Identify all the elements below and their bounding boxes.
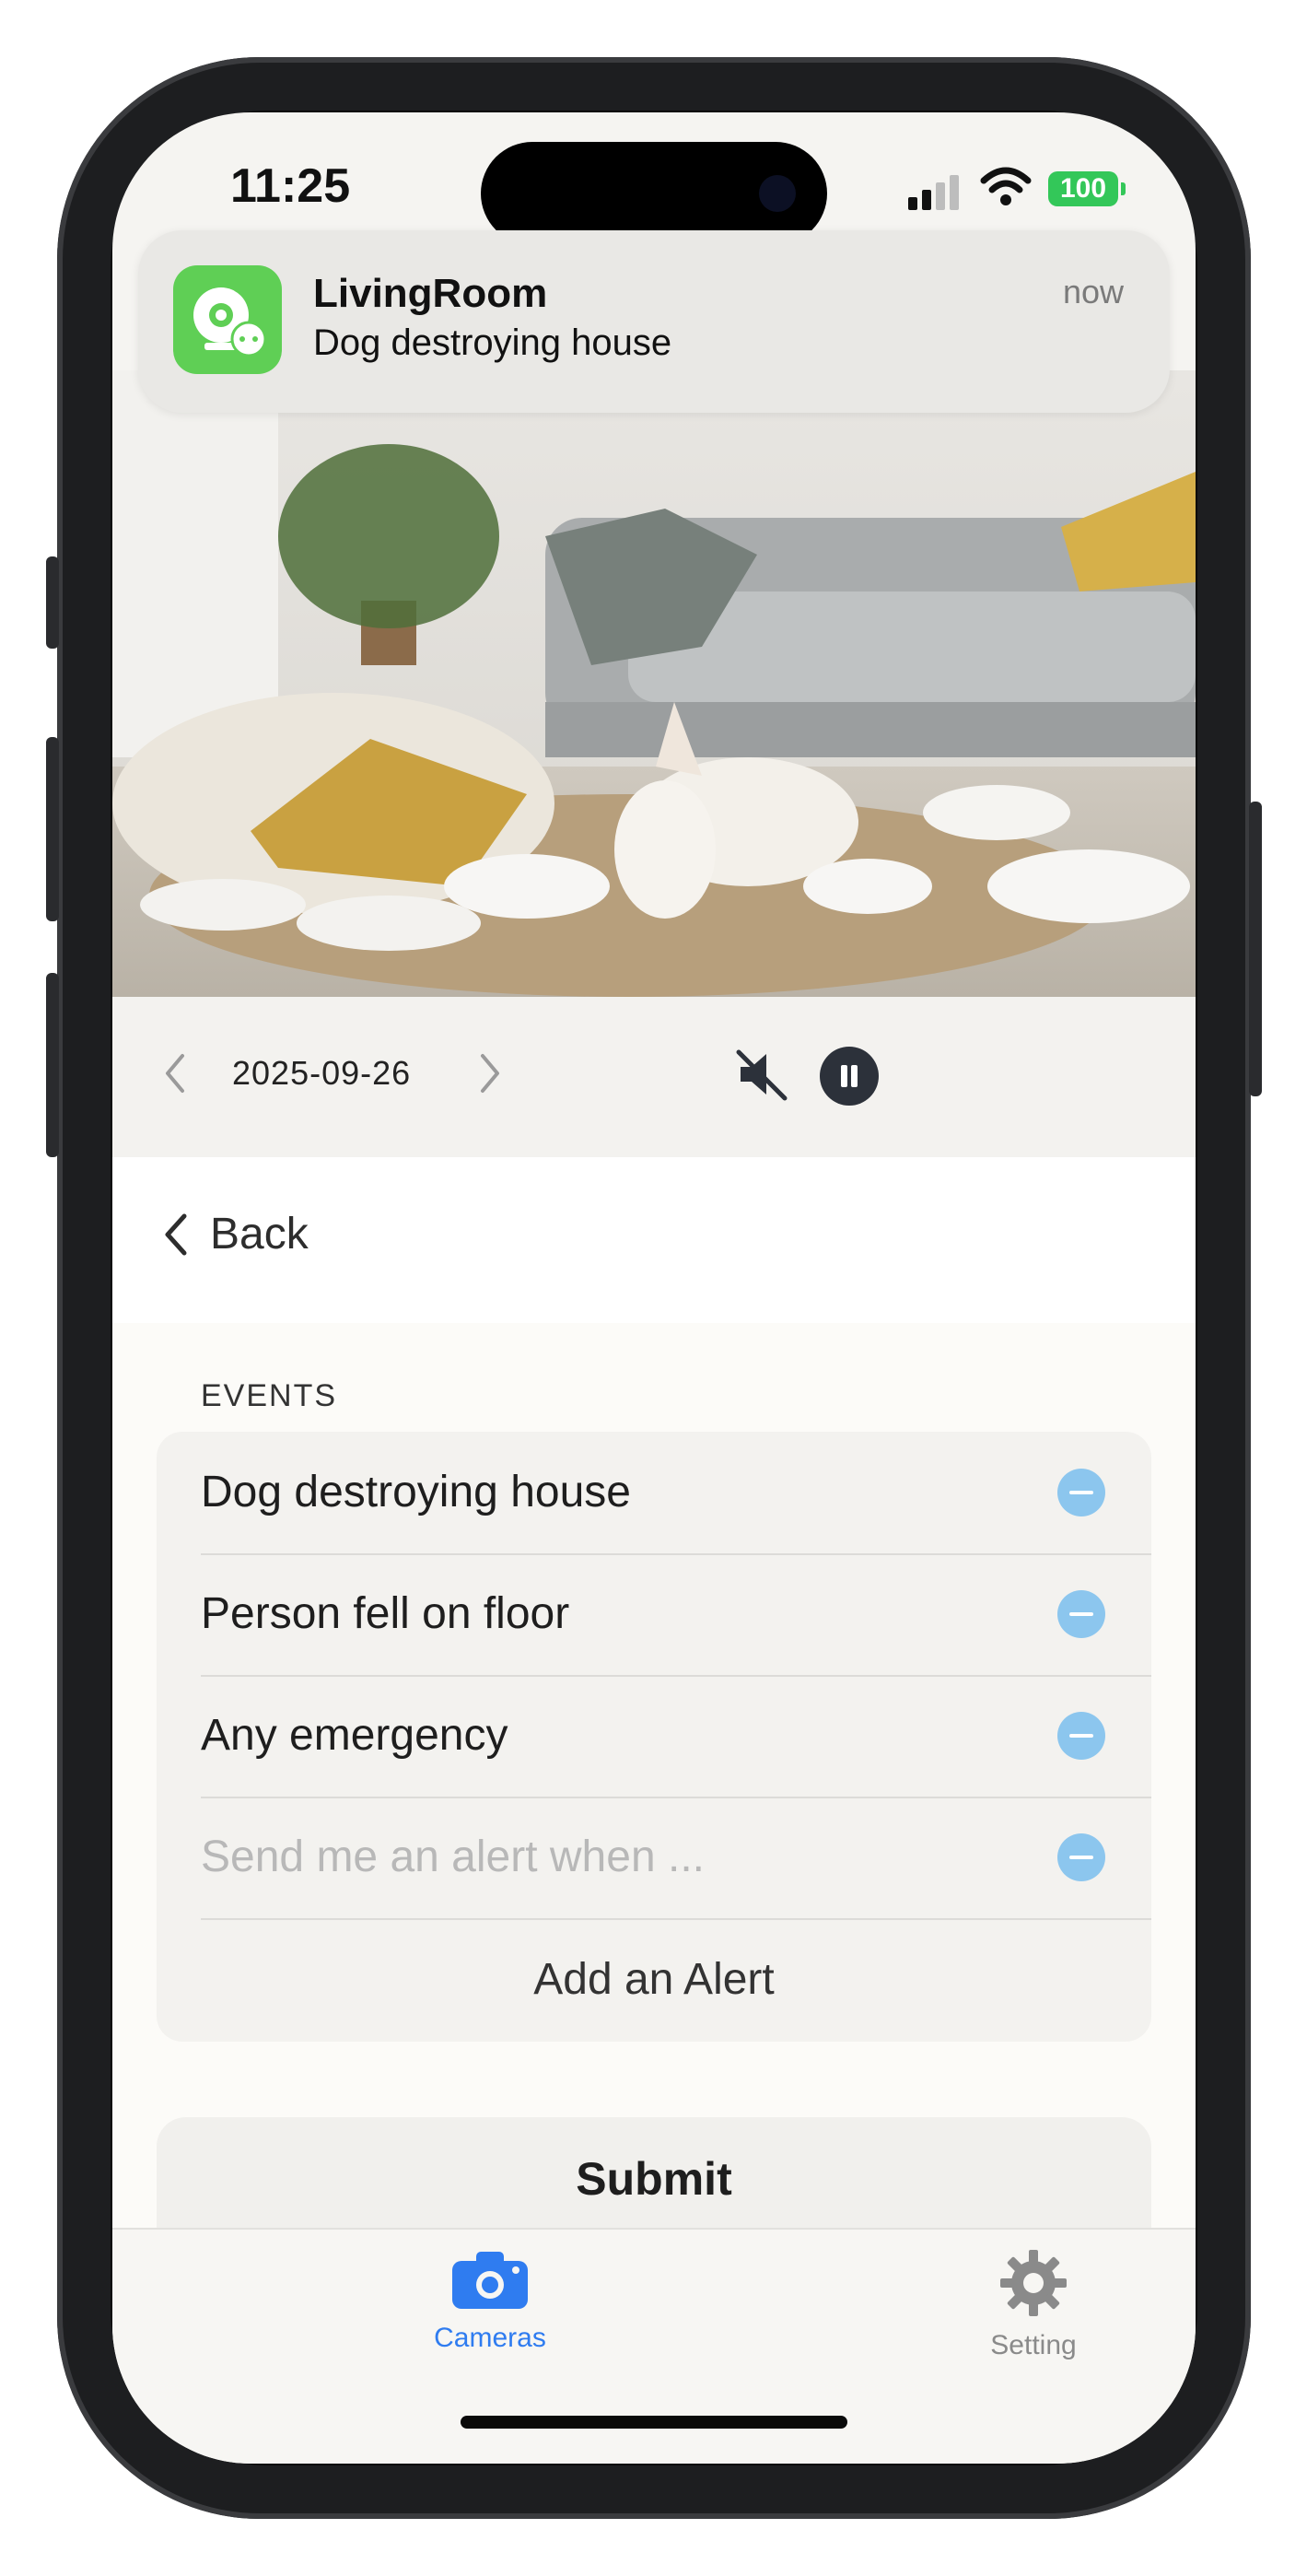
gear-icon: [1000, 2250, 1067, 2316]
events-list: Dog destroying house Person fell on floo…: [157, 1432, 1151, 2042]
playback-controls: 2025-09-26: [112, 997, 1196, 1159]
event-label: Dog destroying house: [201, 1468, 631, 1516]
notification-app-name: LivingRoom: [313, 271, 548, 316]
camera-feed-image[interactable]: [112, 370, 1196, 997]
remove-event-button[interactable]: [1057, 1469, 1105, 1516]
remove-event-button[interactable]: [1057, 1590, 1105, 1638]
volume-up-button: [46, 737, 59, 921]
remove-event-button[interactable]: [1057, 1833, 1105, 1881]
app-icon: [173, 265, 282, 374]
new-alert-input[interactable]: Send me an alert when ...: [201, 1832, 705, 1882]
new-alert-row[interactable]: Send me an alert when ...: [201, 1797, 1151, 1920]
tab-cameras[interactable]: Cameras: [389, 2248, 591, 2354]
add-alert-button[interactable]: Add an Alert: [157, 1918, 1151, 2042]
previous-day-button[interactable]: [160, 1050, 188, 1107]
mute-icon[interactable]: [731, 1045, 790, 1104]
status-bar: 11:25 100: [112, 112, 1196, 245]
events-section: EVENTS Dog destroying house Person fell …: [112, 1323, 1196, 2244]
front-camera: [759, 175, 796, 212]
event-label: Person fell on floor: [201, 1589, 570, 1638]
pause-button[interactable]: [820, 1047, 879, 1106]
cellular-signal-icon: [908, 175, 963, 210]
notification-message: Dog destroying house: [313, 322, 672, 363]
back-chevron-icon[interactable]: [157, 1207, 193, 1262]
volume-down-button: [46, 973, 59, 1157]
remove-event-button[interactable]: [1057, 1712, 1105, 1760]
notification-time: now: [1062, 273, 1124, 310]
tab-setting[interactable]: Setting: [932, 2248, 1135, 2361]
tab-setting-label: Setting: [990, 2330, 1077, 2360]
back-button[interactable]: Back: [210, 1209, 309, 1259]
notification-banner[interactable]: LivingRoom Dog destroying house now: [138, 230, 1170, 413]
status-time: 11:25: [230, 159, 351, 213]
app-screen: 11:25 100 LivingRoom Dog destroying hous…: [112, 112, 1196, 2464]
action-button: [46, 556, 59, 649]
event-row[interactable]: Person fell on floor: [201, 1553, 1151, 1677]
event-row[interactable]: Dog destroying house: [201, 1432, 1151, 1555]
event-row[interactable]: Any emergency: [201, 1675, 1151, 1798]
next-day-button[interactable]: [477, 1050, 505, 1107]
home-indicator[interactable]: [461, 2416, 847, 2429]
battery-icon: 100: [1048, 171, 1126, 206]
power-button: [1249, 802, 1262, 1096]
playback-date[interactable]: 2025-09-26: [232, 1054, 411, 1093]
wifi-icon: [980, 167, 1032, 205]
events-section-title: EVENTS: [201, 1378, 338, 1413]
tab-cameras-label: Cameras: [434, 2323, 546, 2353]
camera-icon: [452, 2252, 528, 2309]
event-label: Any emergency: [201, 1711, 508, 1760]
navigation-bar: Back: [112, 1157, 1196, 1323]
